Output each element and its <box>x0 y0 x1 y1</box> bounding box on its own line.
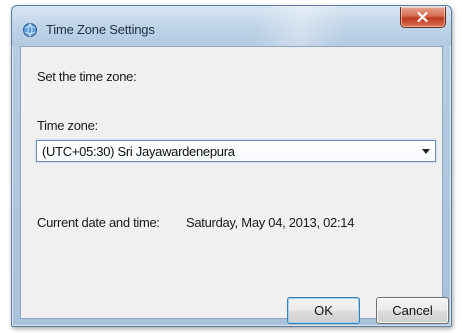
instruction-text: Set the time zone: <box>37 69 137 84</box>
time-zone-selected-value: (UTC+05:30) Sri Jayawardenepura <box>42 144 235 159</box>
desktop-background: Time Zone Settings Set the time zone: Ti… <box>0 0 462 333</box>
clock-globe-icon <box>22 22 38 38</box>
ok-button[interactable]: OK <box>287 297 360 324</box>
close-button[interactable] <box>400 7 446 28</box>
cancel-button[interactable]: Cancel <box>376 297 449 324</box>
time-zone-label: Time zone: <box>37 118 98 133</box>
time-zone-dropdown[interactable]: (UTC+05:30) Sri Jayawardenepura <box>36 140 436 162</box>
time-zone-settings-dialog: Time Zone Settings Set the time zone: Ti… <box>11 5 452 327</box>
close-icon <box>417 12 428 22</box>
title-bar[interactable]: Time Zone Settings <box>12 6 451 46</box>
current-datetime-value: Saturday, May 04, 2013, 02:14 <box>186 215 355 230</box>
dialog-body: Set the time zone: Time zone: (UTC+05:30… <box>20 46 449 324</box>
current-datetime-label: Current date and time: <box>37 215 160 230</box>
window-title: Time Zone Settings <box>46 22 155 37</box>
dropdown-arrow-icon <box>422 149 430 154</box>
